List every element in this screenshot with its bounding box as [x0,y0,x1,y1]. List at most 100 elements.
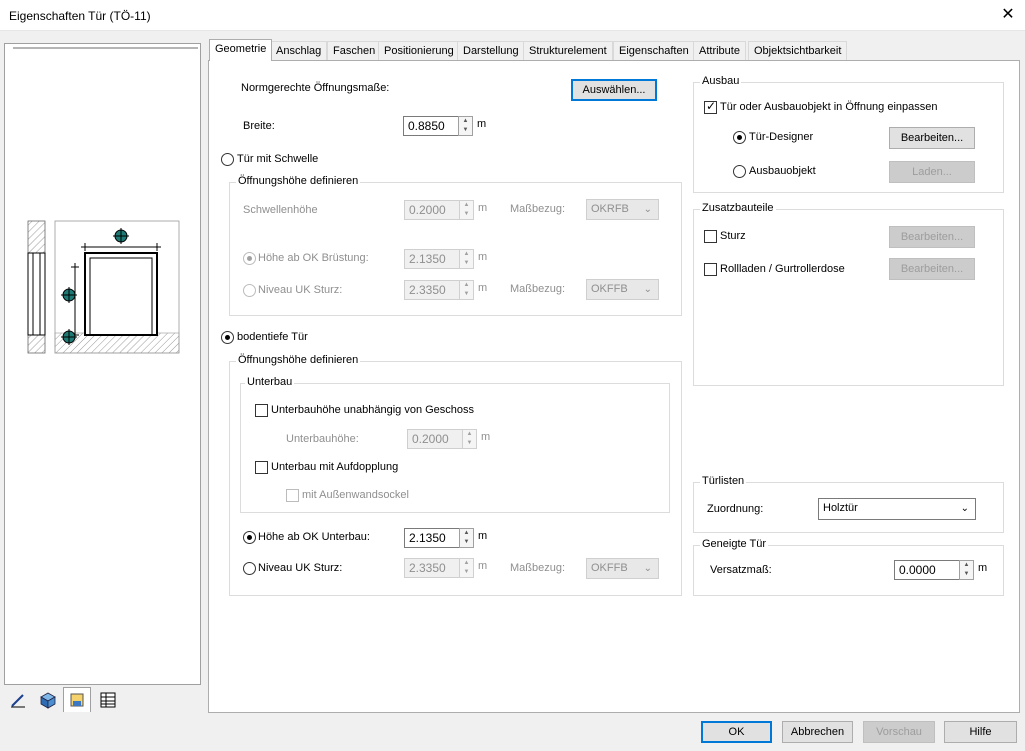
fit-checkbox[interactable]: ✓ [704,99,717,114]
offset-unit: m [978,562,988,574]
offset-input[interactable]: 0.0000 [894,560,960,580]
reference-label-2: Maßbezug: [510,283,566,295]
geometry-tab-panel: Normgerechte Öffnungsmaße: Auswählen... … [208,60,1020,713]
chevron-down-icon: ⌄ [960,503,969,514]
threshold-radio[interactable] [221,153,234,166]
material-icon[interactable] [63,687,91,712]
cancel-button[interactable]: Abbrechen [782,721,853,743]
independent-label: Unterbauhöhe unabhängig von Geschoss [271,404,475,416]
independent-checkbox[interactable] [255,404,268,417]
sub-height-field: 0.2000 ▲ ▼ m [407,429,497,449]
height-sub-unit: m [478,530,488,542]
reference-label-3: Maßbezug: [510,562,566,574]
shutter-checkbox[interactable] [704,263,717,276]
height-sub-spinner[interactable]: ▲ ▼ [459,528,474,548]
base-label: mit Außenwandsockel [302,489,409,501]
threshold-group-title: Öffnungshöhe definieren [236,175,361,187]
geneigt-title: Geneigte Tür [700,538,769,550]
tab-objektsichtbarkeit[interactable]: Objektsichtbarkeit [748,41,848,60]
ok-button[interactable]: OK [701,721,772,743]
assign-label: Zuordnung: [707,503,764,515]
reference-select-1: OKRFB ⌄ [586,199,659,220]
height-sub-input[interactable]: 2.1350 [404,528,460,548]
substructure-group: Unterbau Unterbauhöhe unabhängig von Ges… [240,376,670,513]
threshold-height-group: Öffnungshöhe definieren Schwellenhöhe 0.… [229,175,682,316]
width-input[interactable]: 0.8850 [403,116,459,136]
shutter-edit-button: Bearbeiten... [889,258,975,280]
reference-select-2: OKFFB ⌄ [586,279,659,300]
sill-height-input: 0.2000 [404,200,460,220]
select-norm-button[interactable]: Auswählen... [571,79,657,101]
lintel-checkbox[interactable] [704,230,717,243]
parapet-height-label: Höhe ab OK Brüstung: [258,252,369,264]
tuerlisten-title: Türlisten [700,475,747,487]
pencil-icon[interactable] [4,687,32,712]
lintel-radio-2[interactable] [243,562,256,575]
chevron-down-icon: ⌄ [643,563,652,574]
designer-edit-button[interactable]: Bearbeiten... [889,127,975,149]
sill-height-unit: m [478,202,488,214]
sub-height-label: Unterbauhöhe: [286,433,359,445]
help-button[interactable]: Hilfe [944,721,1017,743]
reference-select-3: OKFFB ⌄ [586,558,659,579]
tab-faschen[interactable]: Faschen [327,41,382,60]
window-title: Eigenschaften Tür (TÖ-11) [9,9,151,23]
floor-height-group: Öffnungshöhe definieren Unterbau Unterba… [229,354,682,596]
ausbau-title: Ausbau [700,75,742,87]
reference-label-1: Maßbezug: [510,203,566,215]
object-radio[interactable] [733,165,746,178]
floor-door-radio[interactable] [221,331,234,344]
tab-geometrie[interactable]: Geometrie [209,39,273,61]
height-sub-field[interactable]: 2.1350 ▲ ▼ m [404,528,494,548]
lintel-label-2: Niveau UK Sturz: [258,562,343,574]
lintel-spinner-1: ▲ ▼ [459,280,474,300]
tab-darstellung[interactable]: Darstellung [457,41,525,60]
tab-anschlag[interactable]: Anschlag [270,41,328,60]
shutter-label: Rollladen / Gurtrollerdose [720,263,845,275]
floor-group-title: Öffnungshöhe definieren [236,354,361,366]
reference-select-3-value: OKFFB [591,562,628,574]
parapet-height-field: 2.1350 ▲ ▼ m [404,249,494,269]
title-bar: Eigenschaften Tür (TÖ-11) ✕ [0,0,1025,31]
lintel-unit-2: m [478,560,488,572]
ausbau-group: Ausbau ✓ Tür oder Ausbauobjekt in Öffnun… [693,75,1004,193]
doubling-label: Unterbau mit Aufdopplung [271,461,399,473]
preview-canvas [13,47,198,682]
chevron-down-icon: ⌄ [643,284,652,295]
parapet-height-spinner: ▲ ▼ [459,249,474,269]
lintel-unit-1: m [478,282,488,294]
width-label: Breite: [243,120,275,132]
sub-height-unit: m [481,431,491,443]
tab-eigenschaften[interactable]: Eigenschaften [613,41,695,60]
width-field[interactable]: 0.8850 ▲ ▼ m [403,116,503,136]
norm-label: Normgerechte Öffnungsmaße: [241,82,390,94]
tab-strukturelement[interactable]: Strukturelement [523,41,613,60]
designer-radio[interactable] [733,131,746,144]
offset-spinner[interactable]: ▲ ▼ [959,560,974,580]
door-preview-drawing [27,220,180,354]
close-icon[interactable]: ✕ [996,4,1020,26]
zusatz-group: Zusatzbauteile Sturz Bearbeiten... Rolll… [693,202,1004,386]
tab-positionierung[interactable]: Positionierung [378,41,460,60]
doubling-checkbox[interactable] [255,461,268,474]
sill-height-label: Schwellenhöhe [243,204,318,216]
object-label: Ausbauobjekt [749,165,816,177]
parapet-radio [243,252,256,265]
3d-cube-icon[interactable] [34,687,62,712]
tab-attribute[interactable]: Attribute [693,41,746,60]
sill-height-spinner: ▲ ▼ [459,200,474,220]
lintel-checkbox-label: Sturz [720,230,746,242]
base-checkbox [286,489,299,502]
offset-field[interactable]: 0.0000 ▲ ▼ m [894,560,994,580]
lintel-label-1: Niveau UK Sturz: [258,284,343,296]
load-button: Laden... [889,161,975,183]
parapet-height-unit: m [478,251,488,263]
table-icon[interactable] [94,687,122,712]
geneigt-group: Geneigte Tür Versatzmaß: 0.0000 ▲ ▼ m [693,538,1004,596]
tuerlisten-group: Türlisten Zuordnung: Holztür ⌄ [693,475,1004,533]
threshold-radio-label: Tür mit Schwelle [237,153,319,165]
height-sub-radio[interactable] [243,531,256,544]
width-unit: m [477,118,487,130]
assign-select[interactable]: Holztür ⌄ [818,498,976,520]
width-spinner[interactable]: ▲ ▼ [458,116,473,136]
